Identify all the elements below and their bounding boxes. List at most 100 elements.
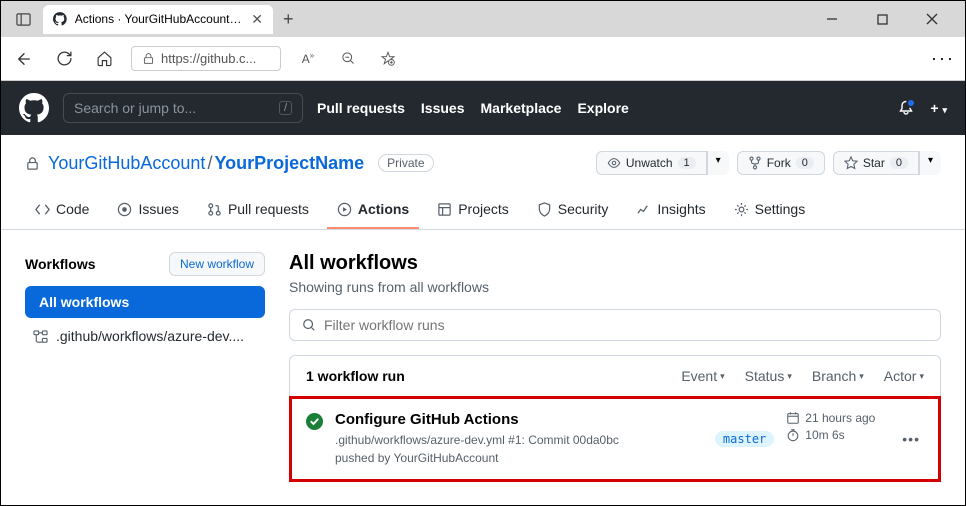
tab-issues[interactable]: Issues — [107, 191, 188, 229]
tab-insights[interactable]: Insights — [626, 191, 715, 229]
repo-tabs: Code Issues Pull requests Actions Projec… — [1, 191, 965, 230]
fork-icon — [748, 156, 762, 170]
run-title: Configure GitHub Actions — [335, 411, 693, 428]
unwatch-dropdown[interactable]: ▾ — [707, 151, 729, 175]
window-controls — [817, 4, 957, 34]
runs-header: 1 workflow run Event▾ Status▾ Branch▾ Ac… — [290, 356, 940, 397]
sidebar-workflow-item[interactable]: .github/workflows/azure-dev.... — [25, 318, 265, 354]
success-icon — [306, 413, 323, 430]
fork-button[interactable]: Fork 0 — [737, 151, 825, 175]
tab-security[interactable]: Security — [527, 191, 619, 229]
filter-box[interactable] — [289, 309, 941, 341]
back-button[interactable] — [11, 46, 37, 72]
home-button[interactable] — [91, 46, 117, 72]
filter-branch[interactable]: Branch▾ — [812, 368, 864, 384]
play-icon — [337, 202, 352, 217]
filter-input[interactable] — [324, 317, 928, 333]
repo-header: YourGitHubAccount/YourProjectName Privat… — [1, 135, 965, 175]
tab-pulls[interactable]: Pull requests — [197, 191, 319, 229]
github-search[interactable]: Search or jump to... / — [63, 93, 303, 123]
workflows-sidebar: Workflows New workflow All workflows .gi… — [25, 252, 265, 482]
slash-hint: / — [279, 101, 292, 115]
browser-chrome: Actions · YourGitHubAccount/Yo ✕ + https… — [1, 1, 965, 81]
notification-dot — [906, 98, 916, 108]
workflow-run-row[interactable]: Configure GitHub Actions .github/workflo… — [290, 397, 940, 481]
tab-code[interactable]: Code — [25, 191, 99, 229]
eye-icon — [607, 156, 621, 170]
nav-issues[interactable]: Issues — [421, 100, 465, 116]
sidebar-title: Workflows — [25, 256, 96, 272]
url-text: https://github.c... — [161, 51, 256, 66]
github-favicon — [53, 12, 67, 26]
zoom-button[interactable] — [335, 46, 361, 72]
window-close[interactable] — [917, 4, 947, 34]
github-logo[interactable] — [19, 93, 49, 123]
workflow-icon — [33, 329, 48, 344]
window-minimize[interactable] — [817, 4, 847, 34]
issue-icon — [117, 202, 132, 217]
browser-more-button[interactable]: ··· — [931, 48, 955, 69]
repo-name-link[interactable]: YourProjectName — [214, 153, 364, 173]
run-desc1: .github/workflows/azure-dev.yml #1: Comm… — [335, 431, 693, 449]
tab-actions[interactable]: Actions — [327, 191, 419, 229]
browser-tab-bar: Actions · YourGitHubAccount/Yo ✕ + — [1, 1, 965, 37]
sidebar-all-workflows[interactable]: All workflows — [25, 286, 265, 318]
new-tab-button[interactable]: + — [283, 9, 294, 30]
star-dropdown[interactable]: ▾ — [919, 151, 941, 175]
search-placeholder: Search or jump to... — [74, 100, 196, 116]
run-more-button[interactable]: ••• — [898, 431, 924, 447]
run-count: 1 workflow run — [306, 368, 405, 384]
main-content: All workflows Showing runs from all work… — [289, 252, 941, 482]
run-meta: 21 hours ago 10m 6s — [786, 411, 886, 445]
shield-icon — [537, 202, 552, 217]
nav-explore[interactable]: Explore — [577, 100, 628, 116]
repo-owner-link[interactable]: YourGitHubAccount — [48, 153, 205, 173]
project-icon — [437, 202, 452, 217]
code-icon — [35, 202, 50, 217]
window-maximize[interactable] — [867, 4, 897, 34]
stopwatch-icon — [786, 428, 800, 442]
github-nav: Pull requests Issues Marketplace Explore — [317, 100, 629, 116]
filter-event[interactable]: Event▾ — [681, 368, 724, 384]
reader-button[interactable]: A» — [295, 46, 321, 72]
tab-title: Actions · YourGitHubAccount/Yo — [75, 12, 244, 26]
body: Workflows New workflow All workflows .gi… — [1, 230, 965, 504]
graph-icon — [636, 202, 651, 217]
search-icon — [302, 318, 316, 332]
filter-status[interactable]: Status▾ — [745, 368, 792, 384]
repo-path: YourGitHubAccount/YourProjectName — [48, 153, 364, 174]
pr-icon — [207, 202, 222, 217]
tab-groups-button[interactable] — [9, 5, 37, 33]
star-icon — [844, 156, 858, 170]
tab-projects[interactable]: Projects — [427, 191, 519, 229]
gear-icon — [734, 202, 749, 217]
tab-settings[interactable]: Settings — [724, 191, 816, 229]
unwatch-button[interactable]: Unwatch 1 — [596, 151, 707, 175]
branch-badge[interactable]: master — [715, 431, 774, 447]
privacy-badge: Private — [378, 154, 433, 172]
notifications-button[interactable] — [898, 100, 914, 116]
star-button[interactable]: Star 0 — [833, 151, 919, 175]
repo-actions: Unwatch 1 ▾ Fork 0 Star 0 ▾ — [596, 151, 941, 175]
page-subtitle: Showing runs from all workflows — [289, 279, 941, 295]
url-field[interactable]: https://github.c... — [131, 46, 281, 71]
runs-box: 1 workflow run Event▾ Status▾ Branch▾ Ac… — [289, 355, 941, 482]
favorite-button[interactable] — [375, 46, 401, 72]
filter-actor[interactable]: Actor▾ — [884, 368, 924, 384]
workflow-name: .github/workflows/azure-dev.... — [56, 328, 244, 344]
browser-tab[interactable]: Actions · YourGitHubAccount/Yo ✕ — [43, 5, 273, 34]
page-title: All workflows — [289, 252, 941, 275]
address-bar: https://github.c... A» ··· — [1, 37, 965, 81]
create-menu[interactable]: + ▾ — [930, 100, 947, 116]
lock-icon — [142, 52, 155, 65]
calendar-icon — [786, 411, 800, 425]
lock-icon — [25, 156, 40, 171]
github-header-right: + ▾ — [898, 100, 947, 116]
github-header: Search or jump to... / Pull requests Iss… — [1, 81, 965, 135]
refresh-button[interactable] — [51, 46, 77, 72]
nav-marketplace[interactable]: Marketplace — [481, 100, 562, 116]
tab-close-icon[interactable]: ✕ — [251, 11, 263, 28]
run-desc2: pushed by YourGitHubAccount — [335, 449, 693, 467]
new-workflow-button[interactable]: New workflow — [169, 252, 265, 276]
nav-pulls[interactable]: Pull requests — [317, 100, 405, 116]
